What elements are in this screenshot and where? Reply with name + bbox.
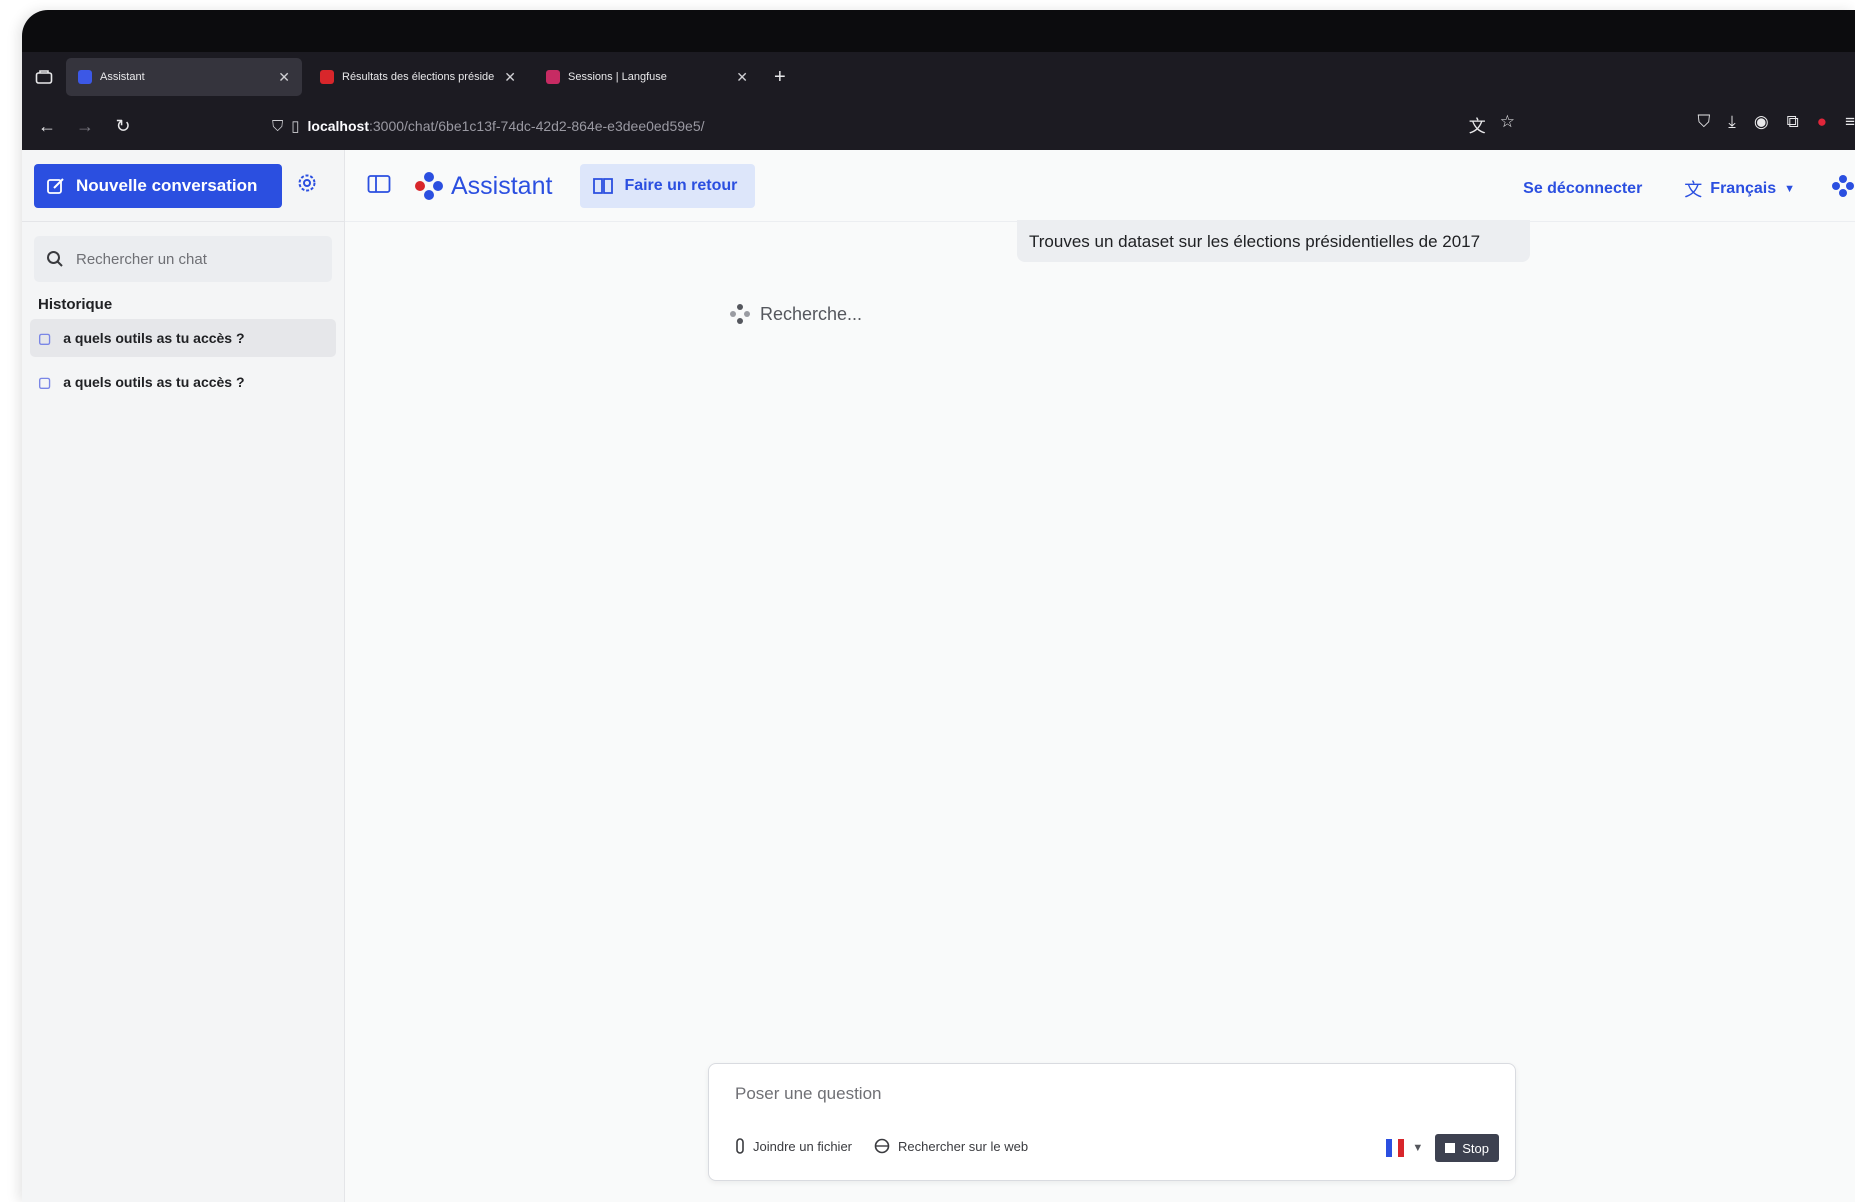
language-label: Français bbox=[1710, 179, 1777, 197]
tab-langfuse[interactable]: Sessions | Langfuse ✕ bbox=[534, 58, 760, 96]
feedback-label: Faire un retour bbox=[624, 177, 738, 194]
history-item-label: a quels outils as tu accès ? bbox=[63, 330, 245, 346]
language-selector[interactable]: 文 Français ▼ bbox=[1684, 176, 1795, 202]
back-icon[interactable]: ← bbox=[28, 116, 66, 137]
assistant-app: Nouvelle conversation Rechercher un chat… bbox=[22, 150, 1855, 1202]
tab-label: Sessions | Langfuse bbox=[568, 71, 667, 83]
tab-list-icon[interactable] bbox=[22, 52, 66, 102]
page-info-icon[interactable]: ▯ bbox=[291, 117, 299, 135]
assistant-favicon-icon bbox=[78, 70, 92, 84]
tab-label: Assistant bbox=[100, 71, 145, 83]
logout-link[interactable]: Se déconnecter bbox=[1523, 180, 1642, 198]
translate-icon[interactable]: 文 bbox=[1469, 112, 1486, 137]
status-text: Recherche... bbox=[760, 303, 863, 324]
tab-assistant[interactable]: Assistant ✕ bbox=[66, 58, 302, 96]
chat-bubble-icon: ▢ bbox=[38, 329, 52, 346]
chat-search-input[interactable]: Rechercher un chat bbox=[34, 236, 332, 282]
app-logo[interactable]: Assistant bbox=[413, 170, 552, 202]
tab-strip: Assistant ✕ Résultats des élections prés… bbox=[22, 52, 1855, 102]
recording-icon[interactable]: ● bbox=[1817, 112, 1827, 132]
menu-icon[interactable]: ≡ bbox=[1845, 112, 1855, 132]
globe-icon bbox=[874, 1138, 890, 1154]
sidebar-toggle-icon[interactable] bbox=[367, 174, 391, 199]
new-conversation-button[interactable]: Nouvelle conversation bbox=[34, 163, 282, 208]
browser-window: Assistant ✕ Résultats des élections prés… bbox=[22, 10, 1855, 1202]
paperclip-icon bbox=[736, 1138, 744, 1154]
tab-resultats[interactable]: Résultats des élections préside ✕ bbox=[308, 58, 528, 96]
app-header: Assistant Faire un retour Se déconnecter… bbox=[345, 150, 1855, 222]
caret-down-icon: ▼ bbox=[1784, 182, 1795, 195]
history-item[interactable]: ▢ a quels outils as tu accès ? bbox=[30, 363, 336, 401]
sidebar: Nouvelle conversation Rechercher un chat… bbox=[22, 150, 345, 1202]
history-item[interactable]: ▢ a quels outils as tu accès ? bbox=[30, 319, 336, 357]
bookmark-star-icon[interactable]: ☆ bbox=[1500, 112, 1515, 137]
chevron-down-icon[interactable]: ▼ bbox=[1412, 1142, 1423, 1154]
pocket-icon[interactable]: ⛉ bbox=[1698, 112, 1711, 132]
url-bar[interactable]: ⛉ ▯ localhost :3000/chat/6be1c13f-74dc-4… bbox=[272, 109, 1542, 143]
url-path: :3000/chat/6be1c13f-74dc-42d2-864e-e3dee… bbox=[369, 118, 705, 134]
book-icon bbox=[593, 178, 614, 194]
url-host: localhost bbox=[307, 118, 369, 134]
question-input[interactable]: Poser une question bbox=[735, 1084, 882, 1104]
assistant-logo-icon bbox=[415, 172, 443, 200]
attach-file-label: Joindre un fichier bbox=[753, 1138, 852, 1154]
tab-label: Résultats des élections préside bbox=[342, 71, 495, 83]
reload-icon[interactable]: ↻ bbox=[104, 116, 142, 137]
history-title: Historique bbox=[38, 296, 113, 313]
app-name: Assistant bbox=[451, 171, 553, 200]
chat-bubble-icon: ▢ bbox=[38, 373, 52, 390]
web-search-button[interactable]: Rechercher sur le web bbox=[874, 1138, 1028, 1154]
translate-icon: 文 bbox=[1684, 179, 1703, 200]
close-tab-icon[interactable]: ✕ bbox=[278, 69, 290, 86]
stop-label: Stop bbox=[1462, 1140, 1489, 1156]
loading-icon bbox=[730, 304, 750, 324]
new-conversation-label: Nouvelle conversation bbox=[76, 175, 258, 195]
marianne-logo-icon[interactable] bbox=[1831, 174, 1855, 203]
close-tab-icon[interactable]: ✕ bbox=[736, 69, 748, 86]
french-flag-icon[interactable] bbox=[1386, 1139, 1405, 1157]
message-composer[interactable]: Poser une question Joindre un fichier Re… bbox=[708, 1063, 1516, 1181]
history-item-label: a quels outils as tu accès ? bbox=[63, 374, 245, 390]
page-favicon-icon bbox=[320, 70, 334, 84]
edit-icon bbox=[47, 177, 64, 194]
attach-file-button[interactable]: Joindre un fichier bbox=[735, 1138, 852, 1154]
settings-gear-icon[interactable] bbox=[296, 172, 318, 199]
search-icon bbox=[47, 251, 63, 267]
shield-icon[interactable]: ⛉ bbox=[272, 118, 283, 135]
search-placeholder: Rechercher un chat bbox=[76, 250, 207, 268]
searching-status: Recherche... bbox=[728, 302, 862, 326]
stop-square-icon bbox=[1445, 1143, 1456, 1153]
navigation-bar: ← → ↻ ⛉ ▯ localhost :3000/chat/6be1c13f-… bbox=[22, 102, 1855, 150]
langfuse-favicon-icon bbox=[546, 70, 560, 84]
feedback-button[interactable]: Faire un retour bbox=[580, 164, 756, 208]
stop-button[interactable]: Stop bbox=[1435, 1134, 1499, 1162]
user-message: Trouves un dataset sur les élections pré… bbox=[1017, 220, 1530, 262]
extensions-icon[interactable]: ⧉ bbox=[1787, 112, 1799, 132]
download-icon[interactable]: ⤓ bbox=[1728, 112, 1736, 132]
window-titlebar bbox=[22, 10, 1855, 52]
web-search-label: Rechercher sur le web bbox=[898, 1138, 1029, 1154]
forward-icon[interactable]: → bbox=[66, 116, 104, 137]
close-tab-icon[interactable]: ✕ bbox=[504, 69, 516, 86]
new-tab-icon[interactable]: + bbox=[774, 66, 786, 89]
account-icon[interactable]: ◉ bbox=[1754, 112, 1769, 132]
